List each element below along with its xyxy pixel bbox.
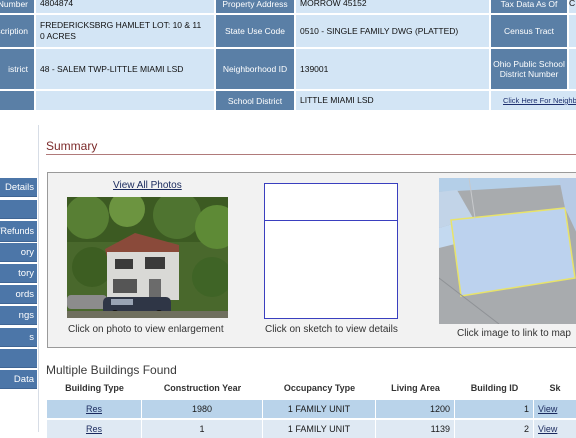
sketch-caption: Click on sketch to view details xyxy=(265,324,398,335)
value-state-use-code: 0510 - SINGLE FAMILY DWG (PLATTED) xyxy=(296,15,489,47)
value-tax-district: 48 - SALEM TWP-LITTLE MIAMI LSD xyxy=(36,49,214,89)
cell-occupancy-type: 1 FAMILY UNIT xyxy=(263,400,376,418)
label-state-use-code: State Use Code xyxy=(216,15,294,47)
sidebar-item-blank-1[interactable] xyxy=(0,200,37,219)
summary-title: Summary xyxy=(46,139,98,153)
label-description: scription xyxy=(0,15,34,47)
building-type-link[interactable]: Res xyxy=(86,424,102,434)
neighborhood-link-cell: Click Here For Neighbo xyxy=(491,91,576,110)
label-neighborhood-id: Neighborhood ID xyxy=(216,49,294,89)
label-tax-data-as-of: Tax Data As Of xyxy=(491,0,567,13)
sidebar-item-blank-2[interactable] xyxy=(0,349,37,368)
label-school-district: School District xyxy=(216,91,294,110)
property-sketch[interactable] xyxy=(264,183,398,319)
sidebar-item-buildings[interactable]: ngs xyxy=(0,306,37,325)
panel-divider xyxy=(38,125,39,432)
cell-sketch: View xyxy=(534,400,576,418)
sidebar-item-history[interactable]: ory xyxy=(0,243,37,262)
value-blank xyxy=(36,91,214,110)
summary-divider xyxy=(46,154,576,155)
value-neighborhood-id: 139001 xyxy=(296,49,489,89)
sidebar-item-refunds[interactable]: /Refunds xyxy=(0,221,37,242)
value-number: 4804874 xyxy=(36,0,214,13)
sidebar-item-s[interactable]: s xyxy=(0,328,37,347)
label-census-tract: Census Tract xyxy=(491,15,567,47)
cell-living-area: 1139 xyxy=(376,420,455,438)
header-sketch: Sk xyxy=(549,383,561,393)
cell-building-id: 2 xyxy=(455,420,534,438)
cell-building-type: Res xyxy=(47,400,142,418)
header-construction-year: Construction Year xyxy=(163,383,242,393)
view-sketch-link[interactable]: View xyxy=(538,404,557,414)
building-type-link[interactable]: Res xyxy=(86,404,102,414)
value-tax-data-as-of: C xyxy=(569,0,576,13)
table-row: Res 1 1 FAMILY UNIT 1139 2 View xyxy=(47,420,576,438)
label-blank xyxy=(0,91,34,110)
header-living-area: Living Area xyxy=(391,383,440,393)
header-occupancy-type: Occupancy Type xyxy=(283,383,356,393)
cell-sketch: View xyxy=(534,420,576,438)
cell-construction-year: 1 xyxy=(142,420,263,438)
cell-building-type: Res xyxy=(47,420,142,438)
value-ohio-school-district-number xyxy=(569,49,576,89)
house-photo-image xyxy=(67,197,228,318)
photo-caption: Click on photo to view enlargement xyxy=(68,324,224,335)
value-school-district: LITTLE MIAMI LSD xyxy=(296,91,489,110)
table-row: Res 1980 1 FAMILY UNIT 1200 1 View xyxy=(47,400,576,418)
label-property-address: Property Address xyxy=(216,0,294,13)
click-here-neighborhood-link[interactable]: Click Here For Neighbo xyxy=(503,95,576,106)
multiple-buildings-title: Multiple Buildings Found xyxy=(46,363,177,377)
value-description: FREDERICKSBRG HAMLET LOT: 10 & 11 0 ACRE… xyxy=(36,15,214,47)
header-building-id: Building ID xyxy=(470,383,519,393)
sidebar-item-details[interactable]: Details xyxy=(0,178,37,197)
cell-construction-year: 1980 xyxy=(142,400,263,418)
label-tax-district: istrict xyxy=(0,49,34,89)
label-ohio-school-district-number: Ohio Public School District Number xyxy=(491,49,567,89)
view-all-photos-link[interactable]: View All Photos xyxy=(113,180,182,191)
cell-living-area: 1200 xyxy=(376,400,455,418)
sidebar-item-tax-history[interactable]: tory xyxy=(0,264,37,283)
value-property-address: MORROW 45152 xyxy=(296,0,489,13)
label-number: Number xyxy=(0,0,34,13)
cell-occupancy-type: 1 FAMILY UNIT xyxy=(263,420,376,438)
property-map[interactable] xyxy=(439,178,576,324)
sketch-line xyxy=(265,220,397,221)
property-info-grid: Number 4804874 Property Address MORROW 4… xyxy=(0,0,576,112)
map-caption: Click image to link to map xyxy=(457,328,571,339)
left-sidebar: Details /Refunds ory tory ords ngs s Dat… xyxy=(0,150,38,432)
view-sketch-link[interactable]: View xyxy=(538,424,557,434)
cell-building-id: 1 xyxy=(455,400,534,418)
value-census-tract xyxy=(569,15,576,47)
header-building-type: Building Type xyxy=(65,383,124,393)
sidebar-item-data[interactable]: Data xyxy=(0,370,37,389)
parcel-map-image xyxy=(439,178,576,324)
property-photo[interactable] xyxy=(67,197,228,318)
sidebar-item-records[interactable]: ords xyxy=(0,285,37,304)
